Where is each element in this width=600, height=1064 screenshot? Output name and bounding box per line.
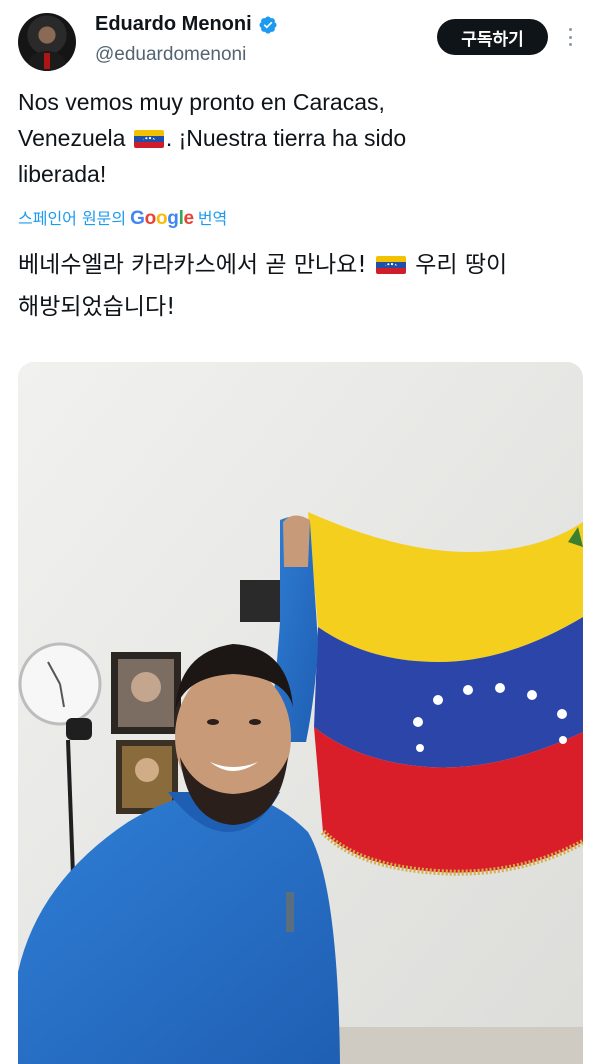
translated-text: 베네수엘라 카라카스에서 곧 만나요! 우리 땅이 해방되었습니다! <box>18 244 578 328</box>
tweet-text-segment: Venezuela <box>18 125 126 151</box>
tweet-text-line: liberada! <box>18 161 107 187</box>
acoustic-panel <box>240 580 285 622</box>
person-eye <box>207 719 219 725</box>
tweet-text-segment: . ¡Nuestra tierra ha sido <box>165 125 407 151</box>
more-dot <box>568 28 572 31</box>
raised-hand <box>283 515 310 567</box>
author-handle[interactable]: @eduardomenoni <box>95 44 246 66</box>
tweet-text-line: Venezuela . ¡Nuestra tierra ha sido <box>18 120 578 156</box>
lamp-head <box>66 718 92 740</box>
translated-text-line: 베네수엘라 카라카스에서 곧 만나요! 우리 땅이 <box>18 244 578 286</box>
tweet-text: Nos vemos muy pronto en Caracas, Venezue… <box>18 84 578 192</box>
translation-action: 번역 <box>197 209 228 228</box>
google-logo: Google <box>130 208 194 229</box>
floor <box>318 1027 583 1064</box>
more-dot <box>568 35 572 39</box>
venezuela-flag-icon <box>133 130 164 148</box>
person-eye <box>249 719 261 725</box>
tweet-photo[interactable] <box>18 362 583 1064</box>
more-vertical-icon[interactable] <box>562 24 578 50</box>
portrait-face <box>135 758 159 782</box>
pocket-pen <box>286 892 294 932</box>
tweet-text-line: Nos vemos muy pronto en Caracas, <box>18 89 385 115</box>
translation-label: 스페인어 원문의 <box>18 209 127 228</box>
avatar-tie <box>44 53 50 69</box>
translation-link[interactable]: 스페인어 원문의 Google 번역 <box>18 205 227 230</box>
author-display-name[interactable]: Eduardo Menoni <box>95 13 252 36</box>
subscribe-button[interactable]: 구독하기 <box>437 19 548 55</box>
portrait-face <box>131 672 161 702</box>
translated-text-segment: 우리 땅이 <box>415 252 508 278</box>
tweet-header: Eduardo Menoni @eduardomenoni 구독하기 <box>0 0 600 82</box>
translated-text-segment: 베네수엘라 카라카스에서 곧 만나요! <box>18 252 367 278</box>
author-name-row[interactable]: Eduardo Menoni <box>95 13 278 36</box>
venezuela-flag-icon <box>375 256 406 274</box>
photo-media-icon <box>18 362 583 1064</box>
venezuela-flag <box>308 512 583 876</box>
translated-text-line: 해방되었습니다! <box>18 294 176 320</box>
author-avatar[interactable] <box>18 13 76 71</box>
more-dot <box>568 43 572 46</box>
verified-badge-icon <box>259 15 277 34</box>
